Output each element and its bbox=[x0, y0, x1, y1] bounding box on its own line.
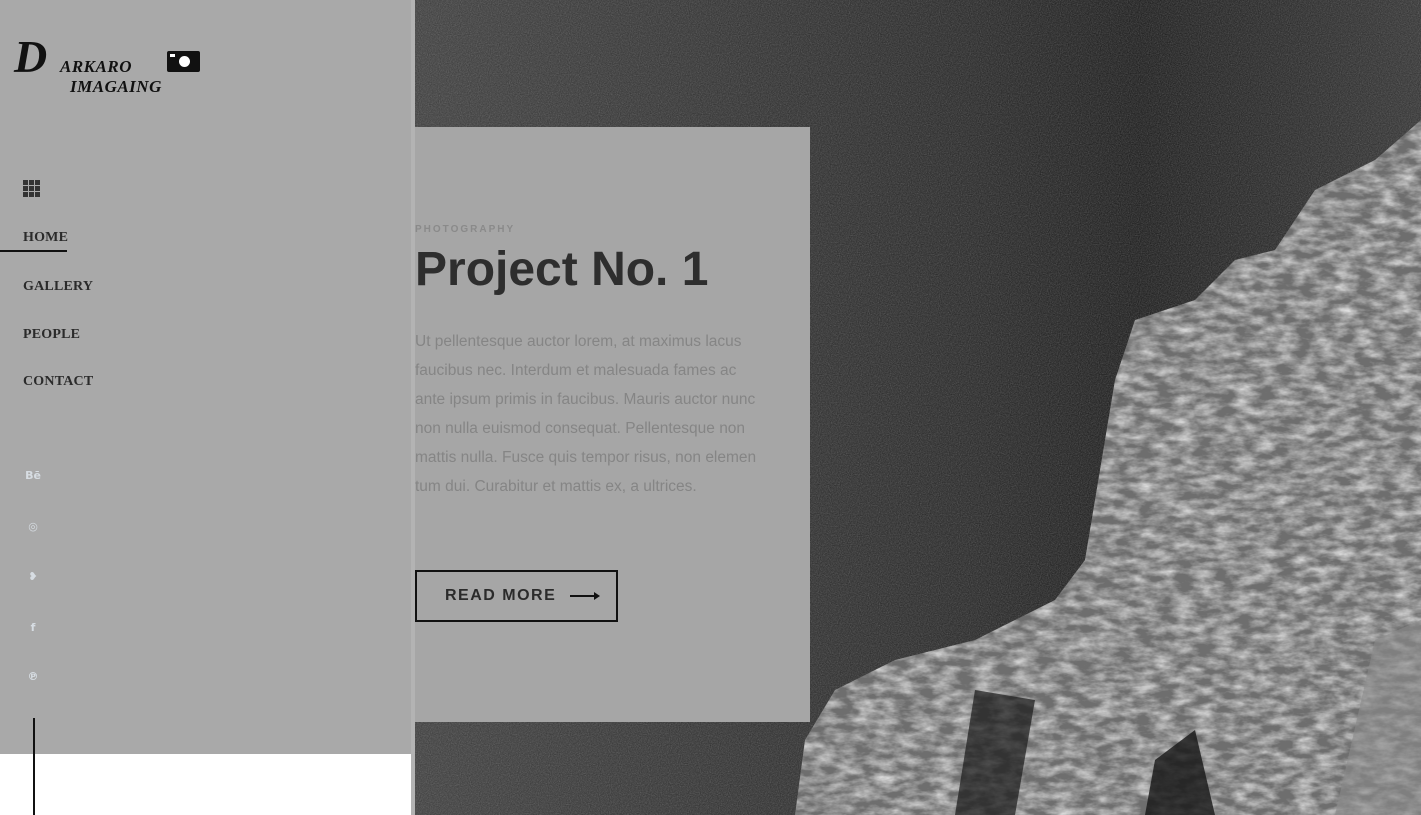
logo-line-1: ARKARO bbox=[60, 57, 132, 76]
project-description: Ut pellentesque auctor lorem, at maximus… bbox=[415, 333, 757, 495]
arrow-right-icon bbox=[570, 591, 601, 601]
read-more-button[interactable]: READ MORE bbox=[415, 570, 618, 622]
nav-item-people[interactable]: PEOPLE bbox=[23, 327, 80, 343]
camera-icon bbox=[167, 51, 200, 72]
logo-line-2: IMAGAING bbox=[70, 77, 162, 96]
project-category: PHOTOGRAPHY bbox=[415, 224, 516, 235]
project-card: PHOTOGRAPHY Project No. 1 Ut pellentesqu… bbox=[415, 127, 810, 722]
dribbble-icon[interactable]: ◎ bbox=[25, 519, 41, 535]
sidebar: D ARKARO IMAGAING HOME GALLERY PEOPLE CO… bbox=[0, 0, 411, 754]
nav-item-gallery[interactable]: GALLERY bbox=[23, 279, 93, 295]
sidebar-footer bbox=[0, 754, 411, 815]
nav-item-home[interactable]: HOME bbox=[23, 230, 68, 246]
scroll-indicator-line bbox=[33, 718, 35, 815]
twitter-icon[interactable]: ❥ bbox=[25, 569, 41, 585]
facebook-icon[interactable]: f bbox=[25, 620, 41, 636]
read-more-label: READ MORE bbox=[445, 587, 557, 604]
behance-icon[interactable]: Bē bbox=[25, 468, 41, 484]
pinterest-icon[interactable]: ℗ bbox=[25, 669, 41, 685]
grid-menu-icon[interactable] bbox=[23, 180, 40, 197]
active-nav-underline bbox=[0, 250, 67, 252]
nav-item-contact[interactable]: CONTACT bbox=[23, 374, 93, 390]
logo-initial: D bbox=[14, 31, 48, 82]
brand-logo[interactable]: D ARKARO IMAGAING bbox=[14, 34, 204, 98]
project-title: Project No. 1 bbox=[415, 243, 709, 296]
